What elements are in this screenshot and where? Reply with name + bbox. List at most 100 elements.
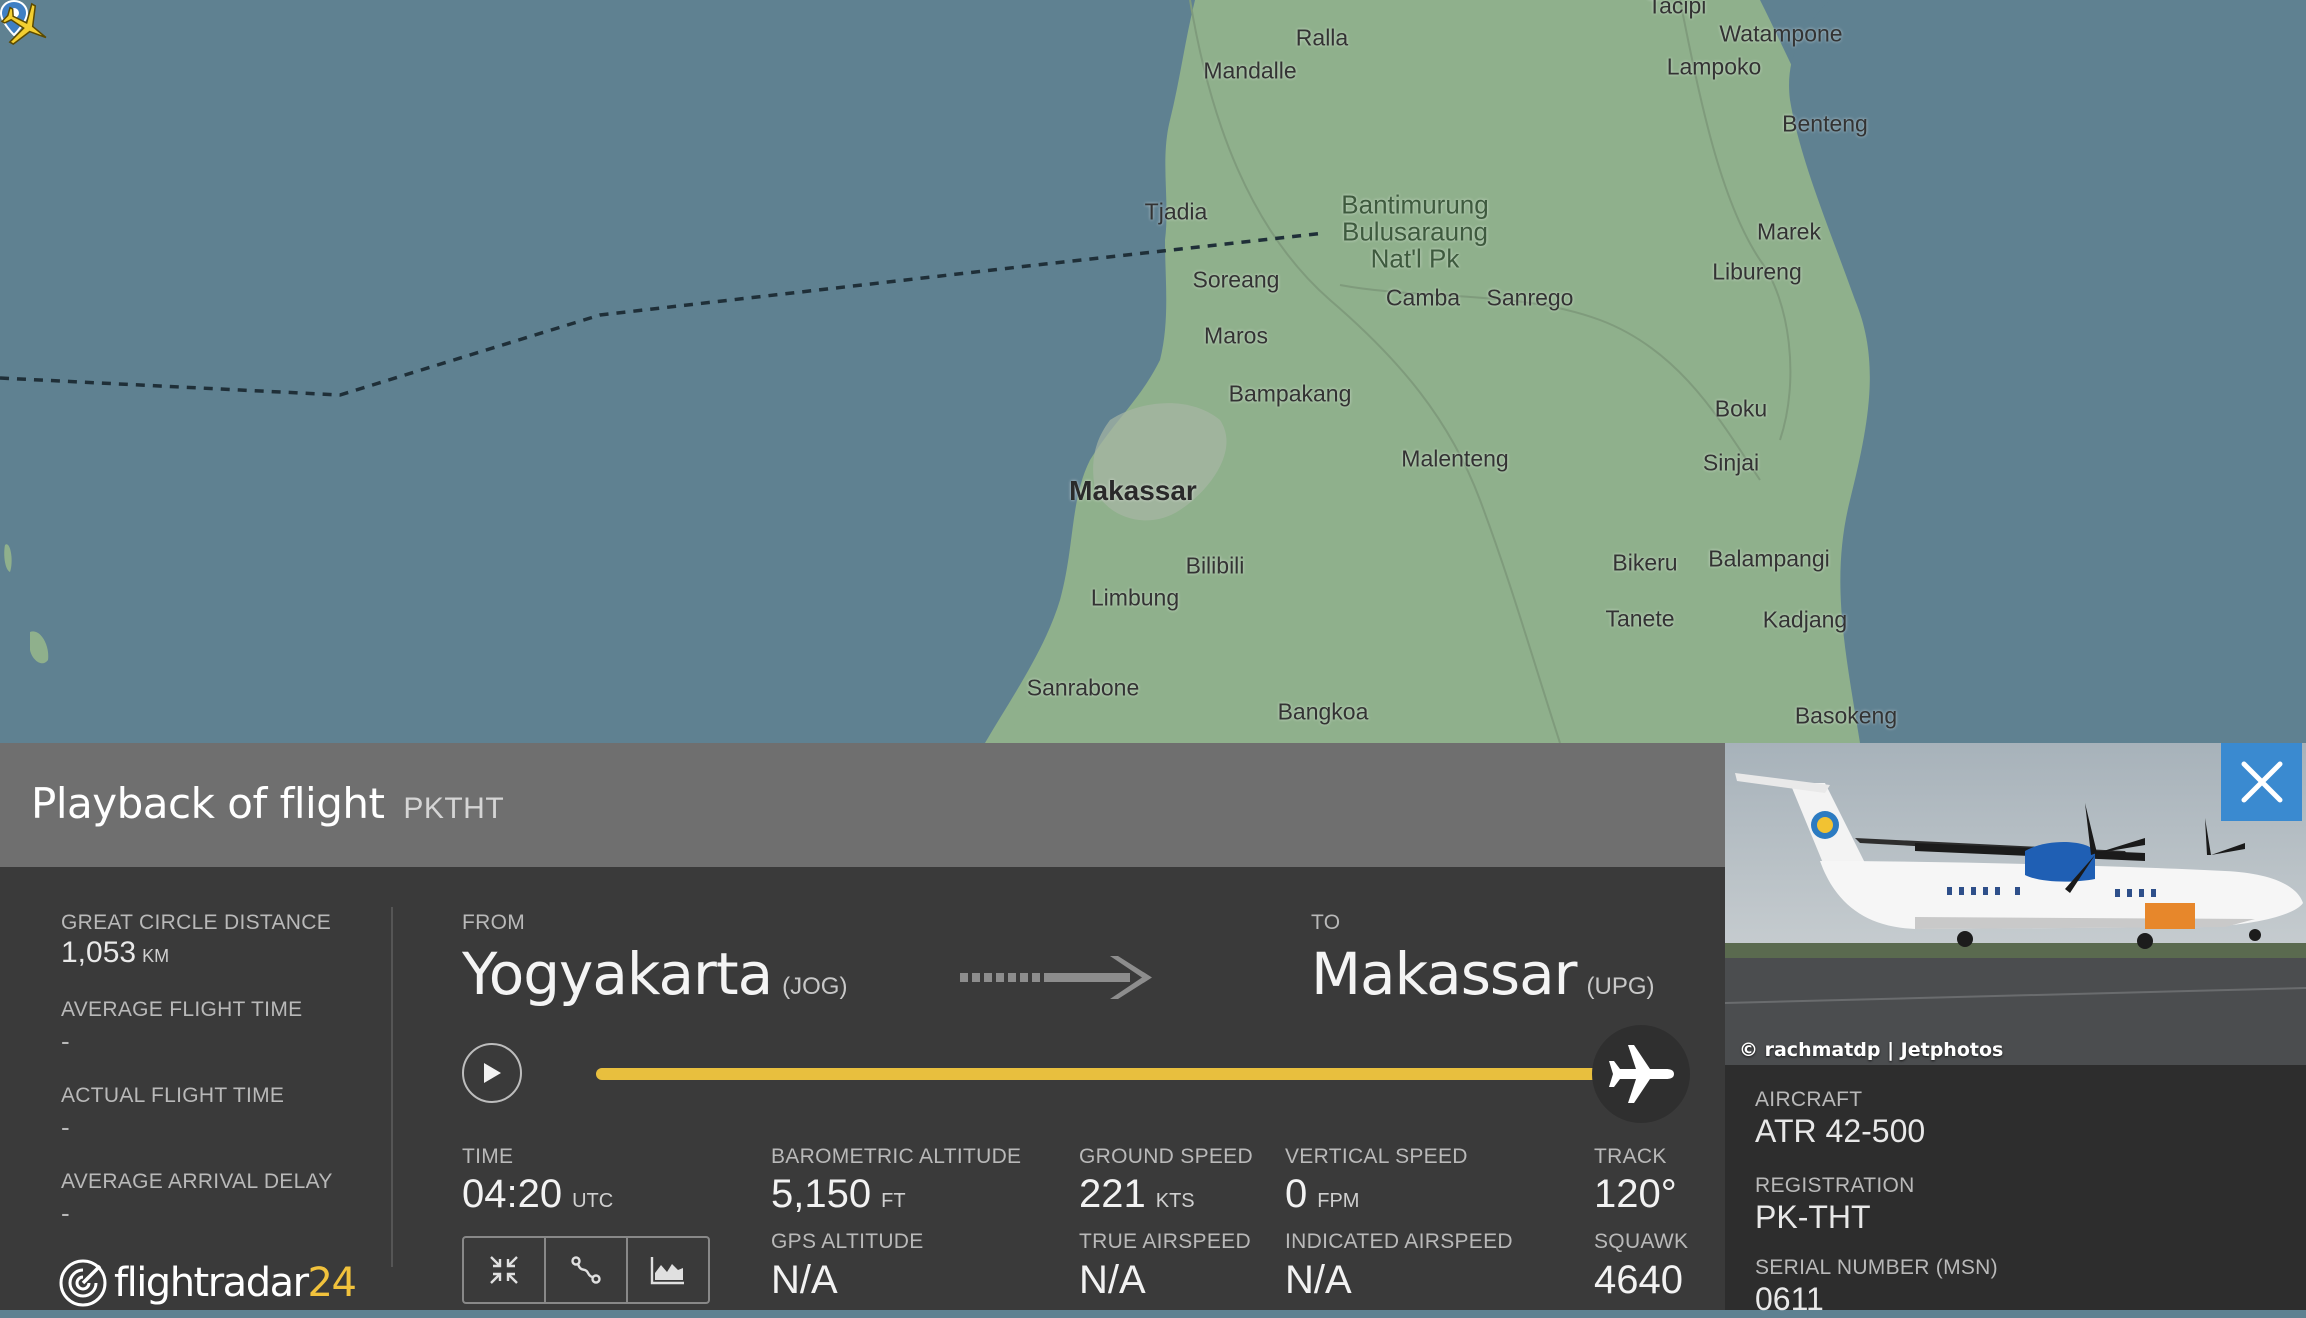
time-number: 04:20 xyxy=(462,1172,563,1216)
panel-header: Playback of flight PKTHT xyxy=(0,743,1725,867)
time-unit: UTC xyxy=(572,1190,614,1212)
aircraft-marker-icon[interactable] xyxy=(0,0,52,52)
map-label: Tjadia xyxy=(1144,198,1208,225)
map-label: Bikeru xyxy=(1612,549,1678,576)
map-label: Camba xyxy=(1385,284,1461,311)
route-button[interactable] xyxy=(546,1238,628,1302)
park-label-line: Bantimurung xyxy=(1341,189,1489,220)
map-label-city: Makassar xyxy=(1069,475,1197,506)
aircraft-info-panel: © rachmatdp | Jetphotos AIRCRAFT ATR 42-… xyxy=(1725,743,2306,1317)
callsign-label: PKTHT xyxy=(403,792,505,825)
map-label: Watampone xyxy=(1719,20,1843,47)
stat-label-arrival-delay: AVERAGE ARRIVAL DELAY xyxy=(61,1170,333,1193)
map-canvas xyxy=(0,0,2306,743)
column-divider xyxy=(391,907,393,1267)
map-label: Mandalle xyxy=(1203,57,1297,84)
squawk-label: SQUAWK xyxy=(1594,1230,1689,1253)
brand-name: flightradar xyxy=(114,1260,309,1306)
close-button[interactable] xyxy=(2221,743,2302,821)
map-label: Tanete xyxy=(1605,605,1675,632)
map-label: Limbung xyxy=(1090,584,1180,611)
aircraft-label: AIRCRAFT xyxy=(1755,1088,1863,1111)
map-label: Lampoko xyxy=(1666,53,1762,80)
ground-speed-unit: KTS xyxy=(1155,1190,1195,1212)
origin-city-name: Yogyakarta xyxy=(462,940,773,1008)
map-label: Libureng xyxy=(1712,258,1802,285)
aircraft-photo-image xyxy=(1725,743,2306,1065)
map-label: Ralla xyxy=(1295,24,1349,51)
destination-city: Makassar (UPG) xyxy=(1311,940,1655,1008)
page-title: Playback of flight PKTHT xyxy=(31,779,504,828)
from-label: FROM xyxy=(462,911,526,934)
ground-speed-label: GROUND SPEED xyxy=(1079,1145,1253,1168)
flightradar24-logo: flightradar24 xyxy=(58,1258,357,1308)
photo-credit[interactable]: © rachmatdp | Jetphotos xyxy=(1739,1039,2003,1061)
indicated-airspeed-value: N/A xyxy=(1285,1258,1352,1302)
aircraft-photo[interactable]: © rachmatdp | Jetphotos xyxy=(1725,743,2306,1065)
stat-label-avg-flight-time: AVERAGE FLIGHT TIME xyxy=(61,998,303,1021)
track-value: 120° xyxy=(1594,1172,1677,1216)
to-label: TO xyxy=(1311,911,1341,934)
view-tools xyxy=(462,1236,710,1304)
serial-number-value: 0611 xyxy=(1755,1281,1824,1317)
origin-code: (JOG) xyxy=(782,973,848,1000)
vertical-speed-label: VERTICAL SPEED xyxy=(1285,1145,1468,1168)
islet-2 xyxy=(30,631,49,664)
ground-speed-number: 221 xyxy=(1079,1172,1146,1216)
park-label-line: Bulusaraung xyxy=(1341,216,1488,247)
stat-label-distance: GREAT CIRCLE DISTANCE xyxy=(61,911,332,934)
registration-value: PK-THT xyxy=(1755,1199,1871,1235)
distance-unit: KM xyxy=(142,946,170,966)
map-label: Soreang xyxy=(1192,266,1280,293)
baro-altitude-value: 5,150 FT xyxy=(771,1172,906,1217)
stat-value-avg-flight-time: - xyxy=(61,1026,70,1056)
park-label-line: Nat'l Pk xyxy=(1370,243,1460,274)
altitude-graph-icon xyxy=(650,1257,684,1285)
serial-number-label: SERIAL NUMBER (MSN) xyxy=(1755,1256,1998,1279)
baro-altitude-label: BAROMETRIC ALTITUDE xyxy=(771,1145,1022,1168)
destination-code: (UPG) xyxy=(1586,973,1655,1000)
true-airspeed-label: TRUE AIRSPEED xyxy=(1079,1230,1251,1253)
baro-altitude-unit: FT xyxy=(881,1190,906,1212)
collapse-icon xyxy=(490,1256,518,1284)
stat-value-actual-flight-time: - xyxy=(61,1112,70,1142)
map-label: Basokeng xyxy=(1794,702,1898,729)
vertical-speed-value: 0 FPM xyxy=(1285,1172,1359,1217)
close-icon xyxy=(2241,761,2282,803)
map-label: Maros xyxy=(1204,322,1268,349)
map-view[interactable]: Ralla Mandalle Tacipi Watampone Lampoko … xyxy=(0,0,2306,743)
distance-number: 1,053 xyxy=(61,936,137,969)
brand-text: flightradar24 xyxy=(114,1260,357,1306)
map-label: Bilibili xyxy=(1185,552,1245,579)
registration-label: REGISTRATION xyxy=(1755,1174,1915,1197)
true-airspeed-value: N/A xyxy=(1079,1258,1146,1302)
track-label: TRACK xyxy=(1594,1145,1667,1168)
map-label: Tacipi xyxy=(1647,0,1707,19)
playback-handle[interactable] xyxy=(1592,1025,1690,1123)
playback-panel: Playback of flight PKTHT xyxy=(0,743,1725,1310)
playback-slider[interactable] xyxy=(596,1068,1630,1080)
islet-3 xyxy=(4,544,12,572)
map-label: Bangkoa xyxy=(1277,698,1369,725)
airplane-icon xyxy=(1609,1045,1674,1103)
squawk-value: 4640 xyxy=(1594,1258,1683,1302)
vertical-speed-number: 0 xyxy=(1285,1172,1308,1216)
park-label: Bantimurung Bulusaraung Nat'l Pk xyxy=(1341,189,1489,274)
indicated-airspeed-label: INDICATED AIRSPEED xyxy=(1285,1230,1513,1253)
vertical-speed-unit: FPM xyxy=(1317,1190,1360,1212)
gps-altitude-value: N/A xyxy=(771,1258,838,1302)
stat-value-arrival-delay: - xyxy=(61,1198,70,1228)
altitude-graph-button[interactable] xyxy=(628,1238,708,1302)
collapse-button[interactable] xyxy=(464,1238,546,1302)
map-label: Kadjang xyxy=(1762,606,1848,633)
map-label: Sanrego xyxy=(1486,284,1574,311)
flight-track xyxy=(0,231,1326,397)
route-arrow-icon xyxy=(960,956,1152,999)
time-value: 04:20 UTC xyxy=(462,1172,613,1217)
map-label: Bampakang xyxy=(1228,380,1352,407)
map-label: Boku xyxy=(1714,395,1768,422)
brand-number: 24 xyxy=(307,1260,357,1306)
play-button[interactable] xyxy=(462,1043,522,1103)
aircraft-value: ATR 42-500 xyxy=(1755,1113,1926,1149)
map-label: Marek xyxy=(1757,218,1821,245)
